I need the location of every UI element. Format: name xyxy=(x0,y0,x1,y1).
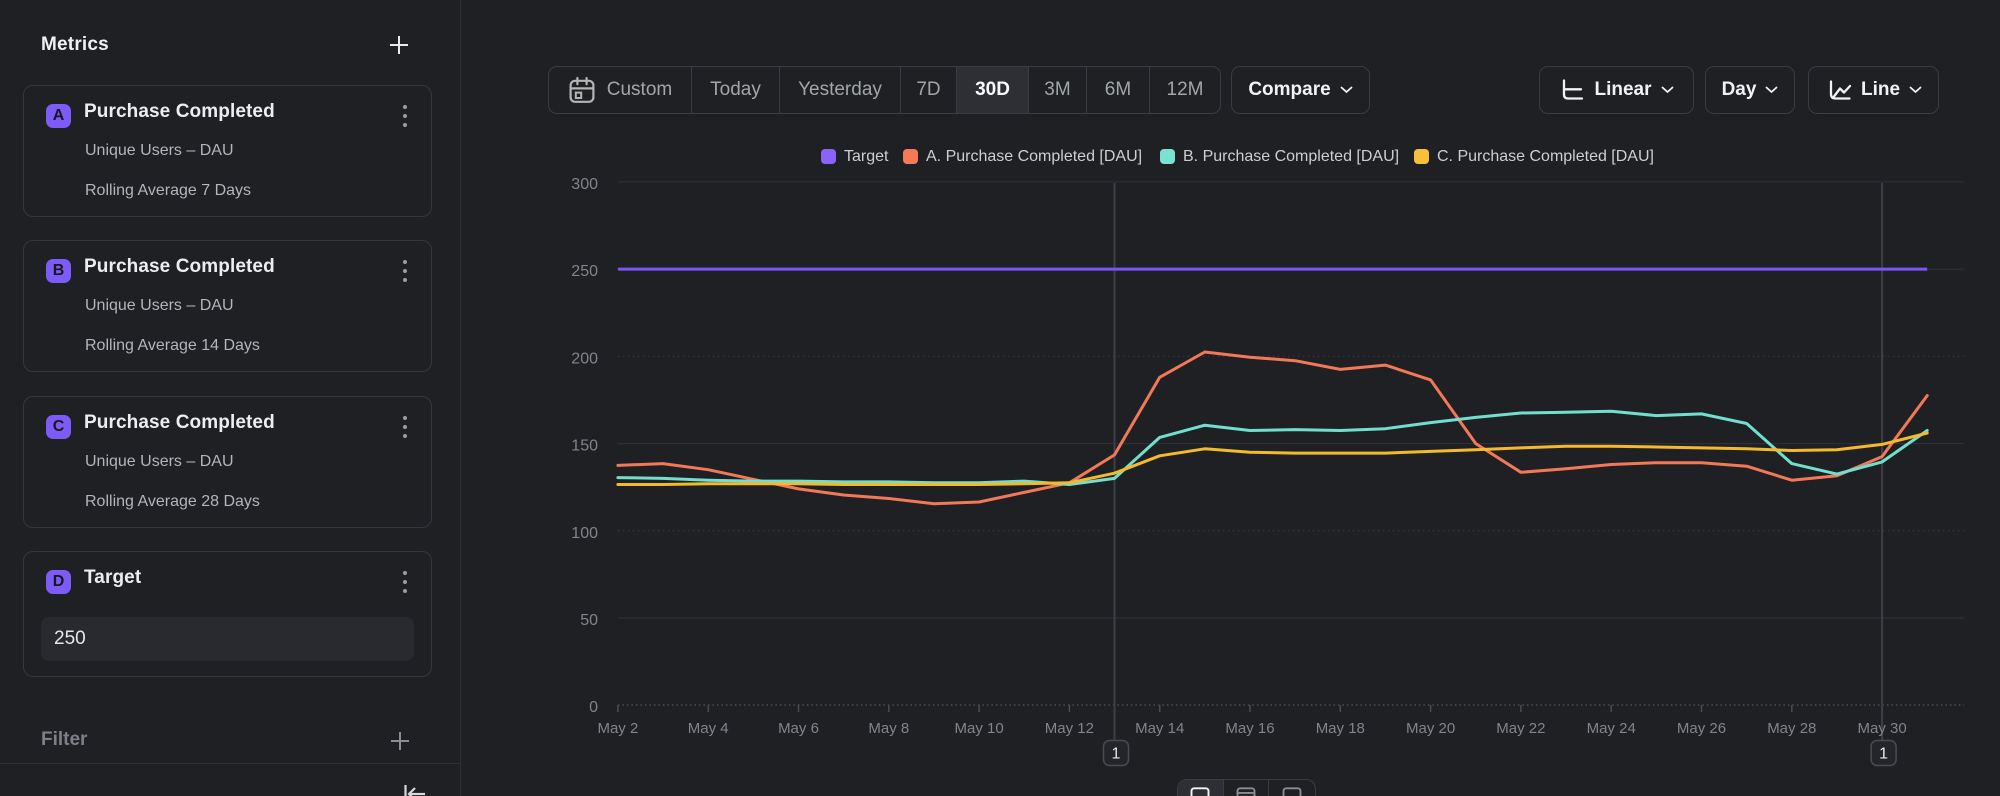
svg-text:May 2: May 2 xyxy=(597,720,638,737)
svg-text:May 24: May 24 xyxy=(1587,720,1636,737)
svg-text:100: 100 xyxy=(571,525,598,542)
svg-text:May 30: May 30 xyxy=(1857,720,1906,737)
svg-text:May 18: May 18 xyxy=(1316,720,1365,737)
svg-text:May 28: May 28 xyxy=(1767,720,1816,737)
svg-text:May 16: May 16 xyxy=(1225,720,1274,737)
svg-text:May 22: May 22 xyxy=(1496,720,1545,737)
svg-text:May 14: May 14 xyxy=(1135,720,1184,737)
svg-text:1: 1 xyxy=(1879,746,1888,763)
svg-text:May 6: May 6 xyxy=(778,720,819,737)
svg-text:0: 0 xyxy=(589,699,598,716)
svg-text:1: 1 xyxy=(1112,746,1121,763)
svg-text:50: 50 xyxy=(580,612,598,629)
svg-text:250: 250 xyxy=(571,263,598,280)
svg-text:May 12: May 12 xyxy=(1045,720,1094,737)
svg-text:300: 300 xyxy=(571,176,598,193)
svg-text:150: 150 xyxy=(571,438,598,455)
svg-text:May 4: May 4 xyxy=(688,720,729,737)
svg-text:May 8: May 8 xyxy=(868,720,909,737)
svg-text:May 20: May 20 xyxy=(1406,720,1455,737)
svg-text:May 10: May 10 xyxy=(954,720,1003,737)
svg-text:200: 200 xyxy=(571,350,598,367)
svg-text:May 26: May 26 xyxy=(1677,720,1726,737)
